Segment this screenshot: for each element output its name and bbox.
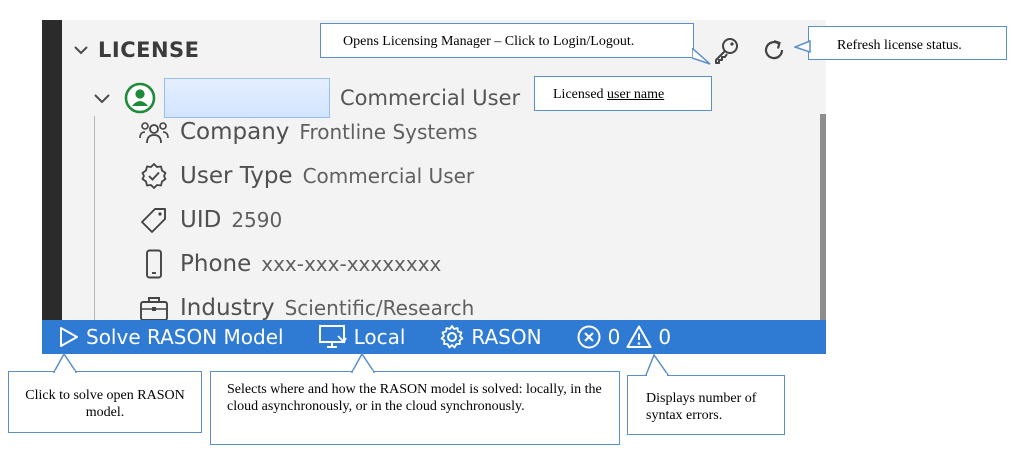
- settings-label: RASON: [471, 325, 542, 349]
- chevron-down-icon[interactable]: [70, 39, 92, 61]
- solve-label: Solve RASON Model: [86, 325, 284, 349]
- problems-indicator[interactable]: 0 0: [576, 320, 671, 354]
- license-section-header[interactable]: LICENSE: [70, 34, 200, 66]
- activity-bar-edge: [42, 20, 62, 320]
- callout-text: Displays number of syntax errors.: [646, 391, 757, 423]
- status-bar: Solve RASON Model Local RASON 0 0: [42, 320, 826, 354]
- detail-value: 2590: [231, 208, 283, 232]
- callout-licensed-user: Licensed user name: [534, 76, 712, 111]
- detail-label: User Type: [180, 163, 293, 189]
- detail-value: Scientific/Research: [284, 296, 475, 320]
- section-title: LICENSE: [98, 38, 200, 62]
- callout-solve: Click to solve open RASON model.: [8, 371, 202, 433]
- detail-phone[interactable]: Phone xxx-xxx-xxxxxxxx: [138, 244, 441, 284]
- detail-value: Frontline Systems: [299, 120, 478, 144]
- callout-pointer: [692, 48, 711, 65]
- callout-text: Refresh license status.: [837, 38, 962, 53]
- callout-text: Opens Licensing Manager – Click to Login…: [343, 34, 635, 49]
- detail-company[interactable]: Company Frontline Systems: [138, 112, 477, 152]
- refresh-icon[interactable]: [758, 34, 790, 66]
- briefcase-icon: [138, 292, 170, 320]
- solve-location-button[interactable]: Local: [318, 320, 406, 354]
- header-actions: [710, 34, 790, 66]
- detail-industry[interactable]: Industry Scientific/Research: [138, 288, 474, 320]
- callout-pointer: [52, 352, 78, 374]
- error-count: 0: [607, 325, 621, 349]
- verified-badge-icon: [138, 160, 170, 192]
- rason-settings-button[interactable]: RASON: [439, 320, 542, 354]
- detail-uid[interactable]: UID 2590: [138, 200, 282, 240]
- callout-location: Selects where and how the RASON model is…: [210, 371, 620, 445]
- detail-label: UID: [180, 207, 222, 233]
- chevron-down-icon[interactable]: [90, 86, 114, 110]
- tag-icon: [138, 204, 170, 236]
- callout-pointer: [794, 40, 811, 54]
- user-avatar-icon: [124, 82, 156, 114]
- callout-text: Licensed: [553, 87, 608, 102]
- callout-pointer: [644, 353, 670, 377]
- callout-errors: Displays number of syntax errors.: [627, 375, 785, 435]
- people-icon: [138, 116, 170, 148]
- error-icon: [577, 325, 601, 349]
- detail-label: Company: [180, 119, 290, 145]
- solve-model-button[interactable]: Solve RASON Model: [56, 320, 284, 354]
- detail-label: Phone: [180, 251, 252, 277]
- callout-licensing-manager: Opens Licensing Manager – Click to Login…: [320, 23, 694, 58]
- warning-icon: [626, 325, 652, 348]
- scrollbar-thumb[interactable]: [820, 114, 826, 320]
- detail-label: Industry: [180, 295, 275, 320]
- location-label: Local: [353, 325, 406, 349]
- detail-value: Commercial User: [302, 164, 475, 188]
- license-panel: LICENSE Commercial User Company Frontlin…: [42, 20, 826, 354]
- callout-refresh: Refresh license status.: [808, 26, 1007, 60]
- callout-text: Selects where and how the RASON model is…: [227, 382, 602, 414]
- key-icon[interactable]: [710, 34, 742, 66]
- gear-icon: [441, 325, 464, 349]
- detail-user-type[interactable]: User Type Commercial User: [138, 156, 474, 196]
- detail-value: xxx-xxx-xxxxxxxx: [261, 252, 442, 276]
- callout-text: Click to solve open RASON model.: [25, 388, 185, 420]
- play-icon: [60, 327, 78, 347]
- user-role: Commercial User: [340, 86, 521, 110]
- callout-pointer: [350, 352, 376, 374]
- warning-count: 0: [658, 325, 672, 349]
- tree-indent-guide: [94, 116, 95, 320]
- monitor-icon: [318, 325, 347, 348]
- callout-link-text: user name: [607, 87, 665, 102]
- phone-icon: [138, 248, 170, 280]
